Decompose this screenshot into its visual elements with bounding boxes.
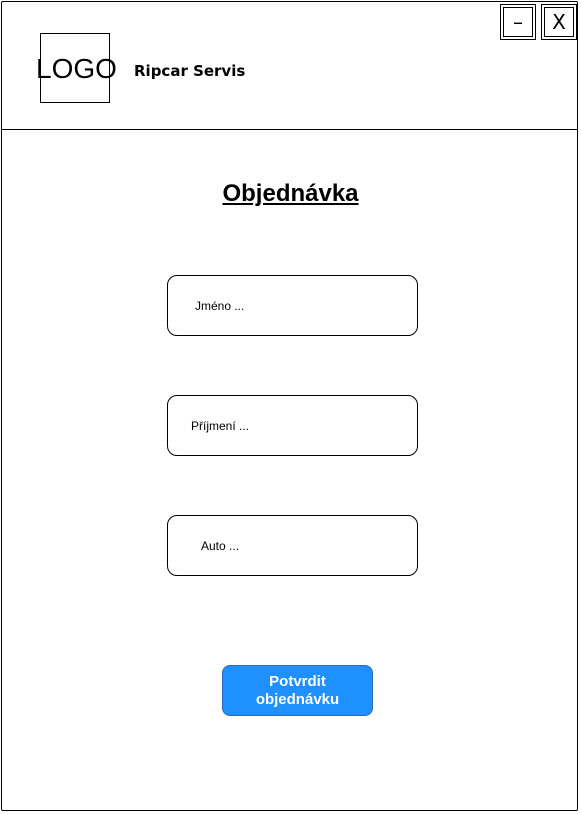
header: LOGO Ripcar Servis <box>2 2 577 130</box>
minimize-icon: – <box>513 10 523 34</box>
car-input[interactable] <box>168 516 417 575</box>
app-window: LOGO Ripcar Servis Objednávka Potvrdit o… <box>1 1 578 811</box>
confirm-order-button[interactable]: Potvrdit objednávku <box>222 665 373 716</box>
logo-text: LOGO <box>36 53 117 84</box>
app-name: Ripcar Servis <box>134 62 246 80</box>
close-icon: X <box>552 10 566 34</box>
last-name-field[interactable] <box>167 395 418 456</box>
car-field[interactable] <box>167 515 418 576</box>
last-name-input[interactable] <box>168 396 417 455</box>
close-button[interactable]: X <box>541 4 577 40</box>
first-name-input[interactable] <box>168 276 417 335</box>
first-name-field[interactable] <box>167 275 418 336</box>
page-title: Objednávka <box>222 180 359 207</box>
minimize-button[interactable]: – <box>500 4 536 40</box>
